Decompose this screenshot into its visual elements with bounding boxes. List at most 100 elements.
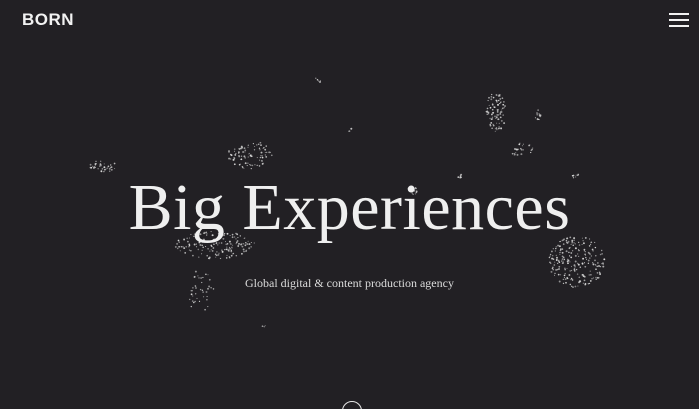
particle-dot — [570, 256, 573, 259]
particle-dot — [532, 147, 534, 149]
particle-dot — [319, 80, 321, 82]
particle-dot — [259, 159, 261, 161]
particle-dot — [519, 147, 522, 150]
particle-dot — [196, 297, 198, 299]
particle-dot — [578, 249, 580, 251]
particle-dot — [95, 160, 97, 162]
particle-dot — [583, 262, 586, 264]
particle-dot — [515, 152, 517, 154]
particle-dot — [264, 325, 266, 327]
particle-dot — [491, 116, 494, 119]
particle-dot — [257, 143, 260, 146]
particle-dot — [570, 252, 573, 254]
particle-dot — [536, 114, 538, 116]
hamburger-menu-icon[interactable] — [669, 11, 689, 29]
particle-dot — [496, 110, 499, 113]
particle-dot — [265, 156, 268, 158]
particle-dot — [549, 253, 552, 256]
particle-dot — [264, 154, 267, 156]
particle-dot — [254, 164, 256, 166]
particle-dot — [536, 113, 538, 115]
menu-line — [669, 13, 689, 15]
particle-dot — [567, 259, 570, 262]
particle-dot — [231, 253, 233, 255]
particle-dot — [260, 155, 262, 157]
particle-dot — [555, 269, 557, 271]
particle-dot — [94, 164, 96, 166]
particle-dot — [253, 149, 256, 151]
particle-dot — [238, 163, 241, 166]
particle-dot — [243, 155, 246, 158]
particle-dot — [214, 253, 217, 255]
particle-dot — [561, 251, 564, 254]
particle-dot — [496, 129, 498, 131]
particle-dot — [601, 253, 603, 255]
particle-dot — [100, 160, 102, 162]
particle-dot — [234, 158, 236, 160]
particle-dot — [193, 301, 195, 304]
particle-dot — [109, 164, 112, 166]
particle-dot — [263, 326, 265, 328]
particle-dot — [188, 298, 191, 301]
particle-dot — [259, 141, 262, 144]
particle-dot — [228, 152, 230, 154]
born-logo[interactable]: BORN — [22, 10, 74, 30]
particle-dot — [501, 97, 504, 100]
particle-dot — [224, 248, 226, 251]
particle-dot — [261, 155, 264, 157]
particle-dot — [549, 261, 551, 264]
particle-dot — [228, 157, 231, 160]
particle-dot — [495, 94, 497, 96]
particle-dot — [598, 265, 600, 267]
particle-dot — [218, 252, 220, 254]
particle-dot — [537, 109, 539, 111]
particle-dot — [502, 114, 505, 116]
particle-dot — [570, 265, 573, 268]
particle-dot — [494, 115, 496, 118]
particle-dot — [587, 262, 590, 264]
particle-dot — [219, 257, 222, 260]
particle-dot — [567, 258, 569, 260]
particle-dot — [584, 251, 587, 253]
particle-dot — [202, 291, 204, 293]
particle-dot — [569, 255, 571, 257]
particle-dot — [550, 250, 553, 253]
particle-dot — [348, 130, 351, 133]
particle-dot — [500, 111, 503, 113]
particle-dot — [565, 250, 568, 253]
particle-dot — [492, 111, 495, 114]
particle-dot — [590, 255, 593, 257]
particle-dot — [558, 265, 561, 268]
particle-dot — [501, 109, 503, 111]
particle-dot — [317, 80, 320, 82]
particle-dot — [569, 270, 571, 272]
particle-dot — [596, 272, 599, 274]
particle-dot — [230, 250, 233, 253]
particle-dot — [497, 103, 499, 106]
particle-dot — [233, 148, 236, 150]
particle-dot — [207, 247, 209, 250]
particle-dot — [563, 258, 566, 261]
particle-dot — [551, 257, 554, 260]
particle-dot — [594, 264, 597, 266]
particle-dot — [197, 248, 200, 251]
particle-dot — [246, 165, 248, 167]
particle-dot — [561, 258, 564, 260]
particle-dot — [211, 249, 214, 252]
particle-dot — [562, 260, 564, 262]
particle-dot — [259, 149, 261, 151]
particle-dot — [191, 300, 194, 302]
particle-dot — [500, 101, 502, 103]
particle-dot — [490, 122, 493, 124]
particle-dot — [559, 253, 561, 255]
particle-dot — [195, 293, 197, 295]
particle-dot — [494, 128, 496, 130]
particle-dot — [589, 270, 591, 272]
particle-dot — [216, 251, 218, 253]
particle-dot — [518, 143, 521, 146]
particle-dot — [600, 249, 603, 252]
particle-dot — [232, 159, 235, 161]
particle-dot — [204, 308, 206, 311]
particle-dot — [490, 113, 493, 116]
particle-dot — [498, 103, 500, 105]
